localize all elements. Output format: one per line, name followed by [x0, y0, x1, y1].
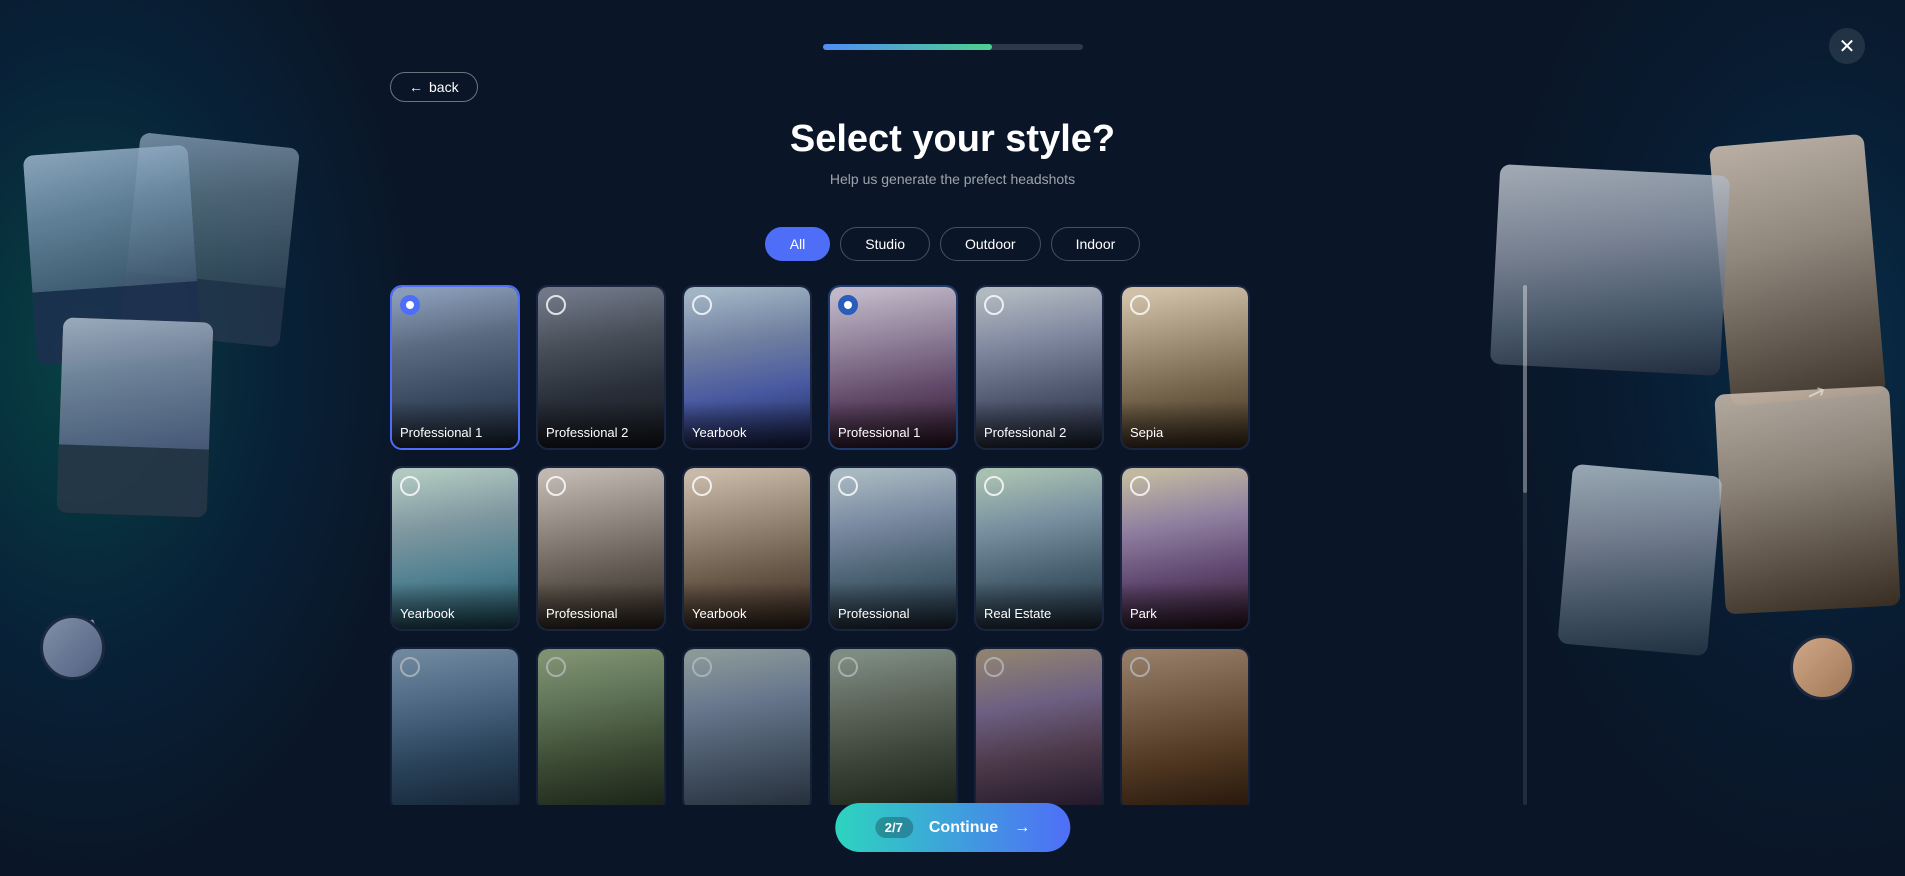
card-radio-professional-1-male — [400, 295, 420, 315]
card-radio-row3-1 — [400, 657, 420, 677]
card-sepia[interactable]: Sepia — [1120, 285, 1250, 450]
continue-step-label: 2/7 — [875, 817, 913, 838]
left-avatar-circle — [40, 615, 105, 680]
grid-wrapper: Professional 1 Professional 2 Yearbook P… — [390, 285, 1515, 805]
card-label-sepia: Sepia — [1122, 401, 1248, 448]
card-professional-female2[interactable]: Professional — [536, 466, 666, 631]
card-radio-real-estate — [984, 476, 1004, 496]
grid-scrollbar[interactable] — [1523, 285, 1527, 805]
card-label-yearbook-female: Yearbook — [392, 582, 518, 629]
card-radio-sepia — [1130, 295, 1150, 315]
card-professional-2-female[interactable]: Professional 2 — [974, 285, 1104, 450]
close-button[interactable]: ✕ — [1829, 28, 1865, 64]
card-row3-3[interactable] — [682, 647, 812, 805]
card-radio-row3-2 — [546, 657, 566, 677]
right-photo-bottom — [1557, 464, 1722, 656]
continue-arrow-icon: → — [1014, 819, 1030, 837]
card-radio-yearbook-female — [400, 476, 420, 496]
filter-tabs: All Studio Outdoor Indoor — [765, 227, 1141, 261]
card-label-yearbook-male: Yearbook — [684, 401, 810, 448]
card-radio-park — [1130, 476, 1150, 496]
page-title: Select your style? — [790, 118, 1115, 161]
style-grid: Professional 1 Professional 2 Yearbook P… — [390, 285, 1515, 805]
filter-tab-indoor[interactable]: Indoor — [1051, 227, 1141, 261]
progress-bar — [823, 44, 1083, 50]
radio-inner-dot — [406, 301, 414, 309]
card-row3-4[interactable] — [828, 647, 958, 805]
card-label-park: Park — [1122, 582, 1248, 629]
radio-inner-dot-2 — [844, 301, 852, 309]
card-radio-row3-6 — [1130, 657, 1150, 677]
card-radio-professional-male2 — [838, 476, 858, 496]
card-label-professional-2-female: Professional 2 — [976, 401, 1102, 448]
card-yearbook-male[interactable]: Yearbook — [682, 285, 812, 450]
right-avatar-circle — [1790, 635, 1855, 700]
card-professional-male2[interactable]: Professional — [828, 466, 958, 631]
right-photo-top — [1709, 134, 1886, 407]
card-radio-professional-2-male — [546, 295, 566, 315]
card-label-professional-1-male: Professional 1 — [392, 401, 518, 448]
left-photo-bottom — [57, 317, 214, 517]
filter-tab-all[interactable]: All — [765, 227, 831, 261]
card-park[interactable]: Park — [1120, 466, 1250, 631]
continue-label: Continue — [929, 819, 998, 837]
progress-bar-fill — [823, 44, 992, 50]
filter-tab-studio[interactable]: Studio — [840, 227, 930, 261]
card-radio-row3-3 — [692, 657, 712, 677]
card-row3-1[interactable] — [390, 647, 520, 805]
card-row3-2[interactable] — [536, 647, 666, 805]
card-yearbook-female[interactable]: Yearbook — [390, 466, 520, 631]
page-subtitle: Help us generate the prefect headshots — [830, 171, 1075, 187]
card-label-yearbook-female2: Yearbook — [684, 582, 810, 629]
card-professional-1-male[interactable]: Professional 1 — [390, 285, 520, 450]
grid-scrollbar-thumb — [1523, 285, 1527, 493]
left-collage: ↗ — [30, 140, 350, 720]
card-yearbook-female2[interactable]: Yearbook — [682, 466, 812, 631]
continue-button[interactable]: 2/7 Continue → — [835, 803, 1070, 852]
card-label-real-estate: Real Estate — [976, 582, 1102, 629]
main-content: Select your style? Help us generate the … — [390, 60, 1515, 805]
card-radio-yearbook-female2 — [692, 476, 712, 496]
right-collage: ↗ — [1555, 140, 1875, 720]
right-side-photos: ↗ — [1555, 140, 1875, 720]
card-radio-row3-4 — [838, 657, 858, 677]
card-label-professional-1-female: Professional 1 — [830, 401, 956, 448]
filter-tab-outdoor[interactable]: Outdoor — [940, 227, 1041, 261]
card-radio-professional-1-female — [838, 295, 858, 315]
card-professional-1-female[interactable]: Professional 1 — [828, 285, 958, 450]
card-radio-yearbook-male — [692, 295, 712, 315]
card-professional-2-male[interactable]: Professional 2 — [536, 285, 666, 450]
card-label-professional-female2: Professional — [538, 582, 664, 629]
left-side-photos: ↗ — [30, 140, 350, 720]
card-radio-professional-female2 — [546, 476, 566, 496]
card-radio-professional-2-female — [984, 295, 1004, 315]
card-real-estate[interactable]: Real Estate — [974, 466, 1104, 631]
right-photo-lower — [1714, 386, 1900, 615]
card-label-professional-2-male: Professional 2 — [538, 401, 664, 448]
card-row3-5[interactable] — [974, 647, 1104, 805]
card-row3-6[interactable] — [1120, 647, 1250, 805]
card-radio-row3-5 — [984, 657, 1004, 677]
card-label-professional-male2: Professional — [830, 582, 956, 629]
